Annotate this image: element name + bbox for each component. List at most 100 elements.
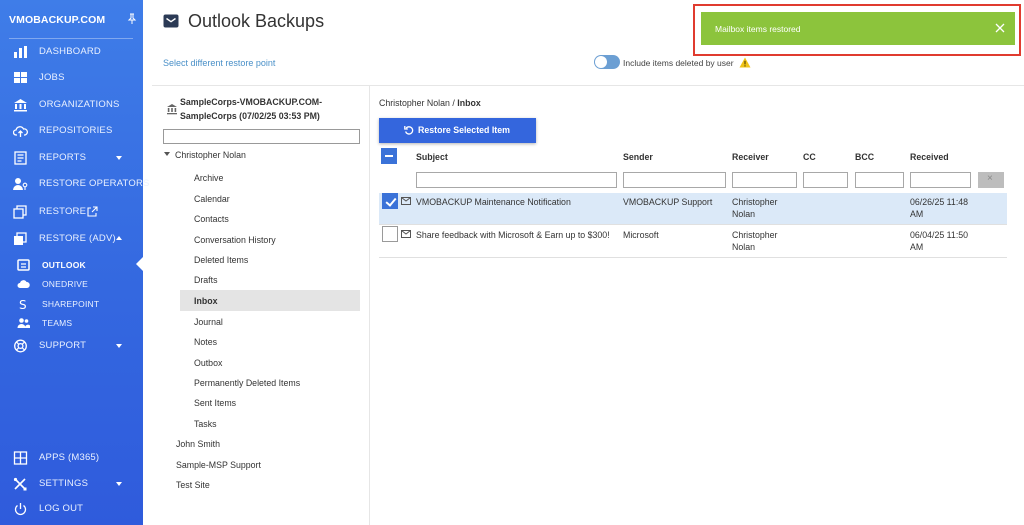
sidebar-subitem-label: SHAREPOINT bbox=[42, 299, 100, 309]
breadcrumb-folder: Inbox bbox=[457, 98, 481, 108]
breadcrumb-user[interactable]: Christopher Nolan bbox=[379, 98, 450, 108]
cloud-upload-icon bbox=[13, 126, 28, 137]
column-header-bcc[interactable]: BCC bbox=[855, 152, 874, 162]
column-header-received[interactable]: Received bbox=[910, 152, 949, 162]
restore-adv-icon bbox=[14, 232, 27, 245]
cell-sender: Microsoft bbox=[623, 230, 659, 240]
tree-folder[interactable]: Outbox bbox=[194, 358, 222, 368]
close-icon[interactable] bbox=[994, 22, 1006, 34]
sidebar-item-settings[interactable]: SETTINGS bbox=[0, 473, 143, 495]
bank-icon bbox=[14, 99, 27, 112]
cell-received: 06/26/25 11:48 bbox=[910, 197, 969, 207]
pin-icon[interactable] bbox=[126, 13, 138, 25]
column-header-receiver[interactable]: Receiver bbox=[732, 152, 769, 162]
sidebar-item-label: SUPPORT bbox=[39, 340, 87, 351]
filter-sender-input[interactable] bbox=[623, 172, 726, 188]
panel-top-border bbox=[152, 85, 1024, 86]
sidebar-subitem-label: TEAMS bbox=[42, 318, 73, 328]
tree-folder[interactable]: Conversation History bbox=[194, 235, 276, 245]
cell-receiver: Christopher bbox=[732, 230, 778, 240]
row-checkbox[interactable] bbox=[382, 226, 398, 242]
sidebar-item-label: APPS (M365) bbox=[39, 452, 100, 463]
chevron-down-icon bbox=[116, 482, 122, 486]
sidebar-item-organizations[interactable]: ORGANIZATIONS bbox=[0, 94, 143, 116]
lifebuoy-icon bbox=[14, 339, 27, 353]
tree-folder[interactable]: Journal bbox=[194, 317, 223, 327]
restore-source-line1: SampleCorps-VMOBACKUP.COM- bbox=[180, 97, 323, 107]
organization-icon bbox=[167, 104, 177, 115]
sidebar-item-jobs[interactable]: JOBS bbox=[0, 67, 143, 89]
cell-received: 06/04/25 11:50 bbox=[910, 230, 969, 240]
tree-user-christopher-nolan[interactable]: Christopher Nolan bbox=[175, 150, 246, 160]
tree-user[interactable]: Sample-MSP Support bbox=[176, 460, 261, 470]
sidebar-item-dashboard[interactable]: DASHBOARD bbox=[0, 41, 143, 63]
filter-receiver-input[interactable] bbox=[732, 172, 797, 188]
breadcrumb: Christopher Nolan / Inbox bbox=[379, 98, 481, 108]
sharepoint-icon: S bbox=[19, 298, 27, 310]
tree-folder[interactable]: Sent Items bbox=[194, 398, 236, 408]
undo-icon bbox=[404, 126, 414, 135]
success-toast: Mailbox items restored bbox=[701, 12, 1015, 45]
cell-receiver: Christopher bbox=[732, 197, 778, 207]
dashboard-icon bbox=[14, 46, 27, 58]
tree-folder[interactable]: Deleted Items bbox=[194, 255, 248, 265]
sidebar-item-label: SETTINGS bbox=[39, 478, 89, 489]
sidebar-item-repositories[interactable]: REPOSITORIES bbox=[0, 120, 143, 142]
tree-folder-inbox[interactable]: Inbox bbox=[194, 296, 217, 306]
sidebar-item-label: RESTORE bbox=[39, 206, 87, 217]
sidebar-item-apps[interactable]: APPS (M365) bbox=[0, 447, 143, 469]
tree-divider bbox=[369, 85, 370, 525]
tree-folder[interactable]: Notes bbox=[194, 337, 217, 347]
toggle-knob bbox=[595, 56, 607, 68]
tree-folder[interactable]: Drafts bbox=[194, 275, 217, 285]
page-title: Outlook Backups bbox=[188, 11, 325, 31]
restore-selected-button[interactable]: Restore Selected Item bbox=[379, 118, 536, 143]
filter-cc-input[interactable] bbox=[803, 172, 848, 188]
sidebar-item-reports[interactable]: REPORTS bbox=[0, 147, 143, 169]
clear-filters-button[interactable] bbox=[978, 172, 1004, 188]
row-divider bbox=[379, 257, 1007, 258]
sidebar-subitem-teams[interactable]: TEAMS bbox=[0, 314, 143, 332]
select-all-checkbox[interactable] bbox=[381, 148, 397, 164]
toast-message: Mailbox items restored bbox=[715, 24, 801, 34]
tree-folder[interactable]: Permanently Deleted Items bbox=[194, 378, 300, 388]
tree-folder[interactable]: Contacts bbox=[194, 214, 229, 224]
select-restore-point-link[interactable]: Select different restore point bbox=[163, 58, 275, 68]
chevron-down-icon[interactable] bbox=[164, 152, 170, 156]
filter-subject-input[interactable] bbox=[416, 172, 617, 188]
sidebar-item-support[interactable]: SUPPORT bbox=[0, 335, 143, 357]
tree-search-input[interactable] bbox=[163, 129, 360, 144]
sidebar-subitem-sharepoint[interactable]: S SHAREPOINT bbox=[0, 295, 143, 313]
row-divider bbox=[379, 224, 1007, 225]
row-checkbox[interactable] bbox=[382, 193, 398, 209]
include-deleted-toggle[interactable] bbox=[594, 55, 620, 69]
sidebar-item-logout[interactable]: LOG OUT bbox=[0, 498, 143, 520]
restore-selected-label: Restore Selected Item bbox=[418, 125, 510, 135]
column-header-sender[interactable]: Sender bbox=[623, 152, 653, 162]
tree-user[interactable]: John Smith bbox=[176, 439, 220, 449]
column-header-cc[interactable]: CC bbox=[803, 152, 816, 162]
sidebar-item-label: JOBS bbox=[39, 72, 65, 83]
sidebar-item-restore-operators[interactable]: RESTORE OPERATORS bbox=[0, 173, 149, 195]
tools-icon bbox=[13, 477, 27, 491]
tree-user[interactable]: Test Site bbox=[176, 480, 210, 490]
filter-received-input[interactable] bbox=[910, 172, 971, 188]
tree-folder[interactable]: Calendar bbox=[194, 194, 230, 204]
sidebar-item-label: RESTORE OPERATORS bbox=[39, 178, 150, 189]
cell-subject: VMOBACKUP Maintenance Notification bbox=[416, 197, 571, 207]
sidebar-subitem-onedrive[interactable]: ONEDRIVE bbox=[0, 275, 143, 293]
filter-bcc-input[interactable] bbox=[855, 172, 904, 188]
sidebar-divider bbox=[9, 38, 133, 39]
sidebar-item-restore-adv[interactable]: RESTORE (ADV) bbox=[0, 228, 143, 250]
tree-folder[interactable]: Tasks bbox=[194, 419, 217, 429]
column-header-subject[interactable]: Subject bbox=[416, 152, 448, 162]
sidebar-subitem-outlook[interactable]: OUTLOOK bbox=[0, 256, 143, 274]
brand-name: VMOBACKUP.COM bbox=[9, 14, 106, 26]
tree-folder[interactable]: Archive bbox=[194, 173, 223, 183]
include-deleted-label: Include items deleted by user bbox=[623, 58, 734, 68]
sidebar-item-restore[interactable]: RESTORE bbox=[0, 201, 143, 223]
user-key-icon bbox=[13, 178, 28, 190]
teams-icon bbox=[17, 318, 30, 328]
sidebar-item-label: LOG OUT bbox=[39, 503, 84, 514]
mail-box-icon bbox=[163, 14, 179, 28]
